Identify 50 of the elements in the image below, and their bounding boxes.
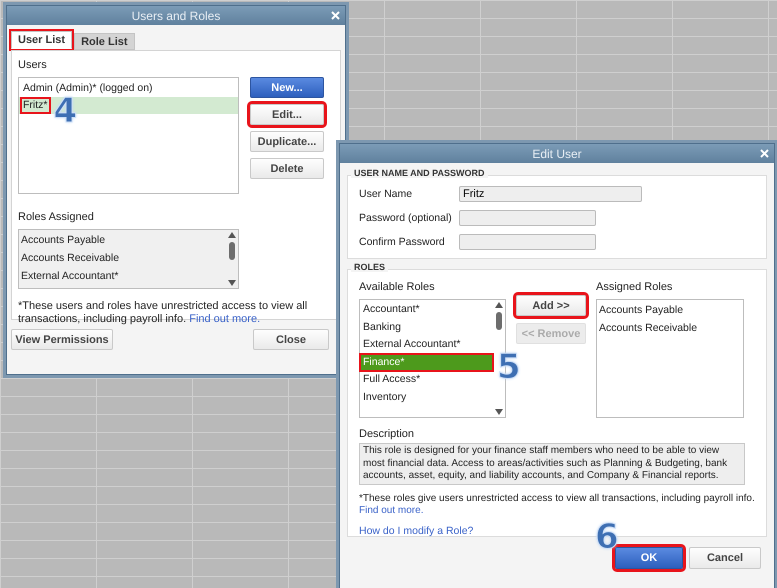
button[interactable]: Delete <box>250 158 324 179</box>
close-icon[interactable] <box>760 149 769 158</box>
tab[interactable]: User List <box>11 31 72 49</box>
list-item[interactable]: External Accountant* <box>360 336 493 354</box>
find-out-more-link[interactable]: Find out more. <box>189 313 260 325</box>
role-item: Accounts Receivable <box>598 321 698 336</box>
input-field[interactable] <box>459 234 596 250</box>
window-title: Users and Roles <box>132 8 220 22</box>
assigned-roles-list[interactable]: Accounts Payable Accounts Receivable <box>596 299 744 418</box>
find-out-more-link[interactable]: Find out more. <box>359 504 424 516</box>
description-text: This role is designed for your finance staff members who need to be able to view most financial data. Access to areas/activities such as Planning & Budgeting, bank accounts, asset, equity, and liability accounts, and Company & Financial reports. <box>359 443 745 484</box>
users-label: Users <box>18 59 48 71</box>
list-item[interactable]: Full Access* <box>360 371 493 388</box>
user-name: Admin (Admin)* (logged on) <box>22 81 154 96</box>
user-name: Fritz* <box>21 98 50 113</box>
button[interactable]: Duplicate... <box>250 131 324 152</box>
assigned-roles-label: Assigned Roles <box>596 281 674 293</box>
footnote-text: *These roles give users unrestricted access to view all transactions, including payroll info. Find out more. <box>359 492 755 516</box>
button[interactable]: View Permissions <box>11 329 113 350</box>
field-label: Confirm Password <box>359 236 446 248</box>
role-item: Accounts Payable <box>598 303 684 318</box>
role-item: Accounts Payable <box>20 233 106 248</box>
button[interactable]: OK <box>615 547 683 569</box>
available-roles-label: Available Roles <box>359 281 436 293</box>
field-label: User Name <box>359 188 414 200</box>
scrollbar[interactable] <box>226 230 238 288</box>
section-heading: ROLES <box>351 262 388 272</box>
role-item: Accounts Receivable <box>20 251 120 266</box>
input-field[interactable] <box>459 210 596 226</box>
roles-assigned-label: Roles Assigned <box>18 211 95 223</box>
window-title: Edit User <box>532 146 582 160</box>
list-item[interactable]: Accountant* <box>360 301 493 318</box>
button[interactable]: Close <box>253 329 329 350</box>
list-item[interactable]: Inventory <box>360 388 493 406</box>
section-heading: USER NAME AND PASSWORD <box>351 168 488 178</box>
role-item: External Accountant* <box>20 269 120 284</box>
button[interactable]: Edit... <box>250 104 324 125</box>
list-item[interactable]: Finance* <box>360 354 493 371</box>
button[interactable]: New... <box>250 77 324 98</box>
tab[interactable]: Role List <box>74 33 135 50</box>
list-item[interactable]: Admin (Admin)* (logged on) <box>19 80 238 97</box>
field-label: Password (optional) <box>359 212 453 224</box>
footnote-text: *These users and roles have unrestricted access to view all transactions, including payroll info. Find out more. <box>18 300 308 326</box>
description-label: Description <box>359 428 416 440</box>
close-icon[interactable] <box>331 11 340 20</box>
list-item[interactable]: Banking <box>360 318 493 336</box>
input-field[interactable]: Fritz <box>459 186 642 202</box>
button[interactable]: Add >> <box>516 295 586 316</box>
button[interactable]: Cancel <box>689 547 761 569</box>
help-link[interactable]: How do I modify a Role? <box>359 524 474 536</box>
